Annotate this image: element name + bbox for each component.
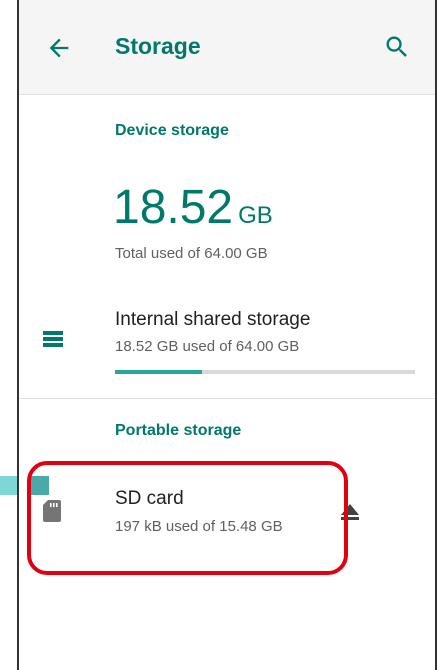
page-title: Storage [115,33,201,59]
progress-fill [115,370,202,374]
used-storage-value: 18.52 GB [113,180,273,235]
internal-storage-subtitle: 18.52 GB used of 64.00 GB [115,338,300,355]
sd-card-highlight [27,461,348,575]
used-value-unit: GB [238,202,273,229]
portable-storage-header: Portable storage [115,422,242,439]
search-icon[interactable] [383,33,411,61]
arrow-back-icon[interactable] [45,34,73,62]
internal-storage-row[interactable]: Internal shared storage 18.52 GB used of… [19,300,435,380]
internal-storage-progress [115,370,415,374]
app-bar: Storage [19,0,435,95]
section-divider [19,398,435,399]
internal-storage-title: Internal shared storage [115,309,311,330]
device-storage-header: Device storage [115,122,229,139]
storage-list-icon [43,331,63,347]
used-value-number: 18.52 [113,181,234,234]
total-used-label: Total used of 64.00 GB [115,245,268,262]
